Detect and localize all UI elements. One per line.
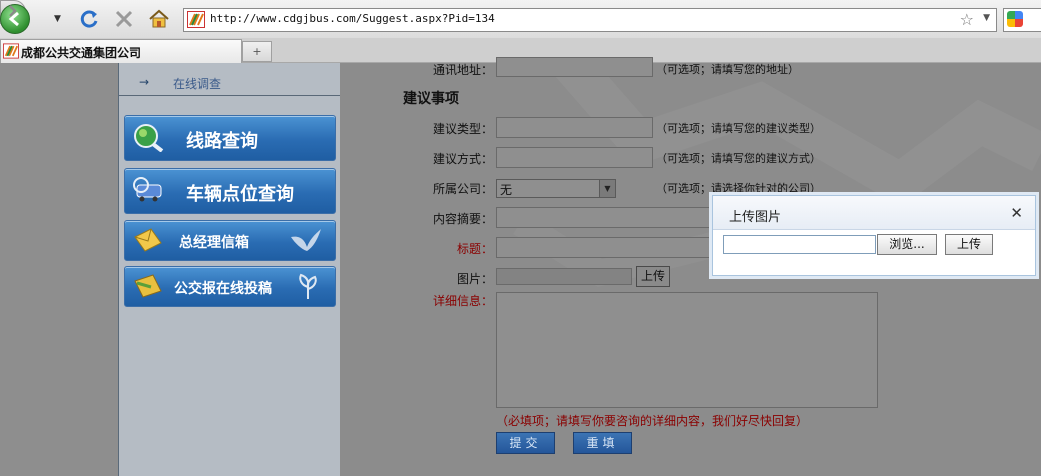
- history-dropdown-icon[interactable]: ▼: [54, 14, 61, 24]
- browse-button[interactable]: 浏览...: [877, 234, 937, 255]
- company-selected-value: 无: [500, 183, 513, 197]
- manager-mailbox-button[interactable]: 总经理信箱: [124, 220, 336, 261]
- dialog-title: 上传图片: [729, 210, 782, 225]
- suggestion-method-label: 建议方式：: [432, 152, 493, 166]
- address-hint: （可选项；请填写您的地址）: [656, 63, 799, 76]
- forward-button[interactable]: [0, 0, 26, 24]
- new-tab-button[interactable]: +: [242, 41, 272, 62]
- google-icon: [1007, 11, 1023, 27]
- detail-label: 详细信息：: [432, 294, 493, 308]
- reset-button[interactable]: 重填: [573, 432, 632, 454]
- home-icon[interactable]: [148, 8, 170, 30]
- upload-image-dialog: 上传图片 ✕ 浏览... 上传: [712, 195, 1036, 276]
- suggestion-type-label: 建议类型：: [432, 122, 493, 136]
- suggestion-type-hint: （可选项；请填写您的建议类型）: [656, 122, 821, 135]
- bus-magnifier-icon: [133, 177, 162, 202]
- route-query-button[interactable]: 线路查询: [124, 115, 336, 161]
- dialog-header: 上传图片 ✕: [713, 196, 1035, 230]
- stop-icon[interactable]: [113, 8, 135, 30]
- company-hint: （可选项；请选择你针对的公司）: [656, 182, 821, 195]
- leaf-sprout-icon: [299, 273, 317, 299]
- vehicle-location-label: 车辆点位查询: [186, 184, 294, 205]
- sidebar: → 在线调查 线路查询 车辆点位查询 总经理信箱 公交报在线投稿: [118, 63, 340, 476]
- subject-label: 标题：: [456, 242, 493, 256]
- mail-envelope-icon: [134, 228, 162, 252]
- suggestion-method-hint: （可选项；请填写您的建议方式）: [656, 152, 821, 165]
- address-input[interactable]: [496, 57, 653, 77]
- company-label: 所属公司：: [432, 182, 493, 196]
- bookmark-star-icon[interactable]: ☆: [960, 10, 974, 29]
- sidebar-item-online-survey[interactable]: → 在线调查: [119, 71, 340, 96]
- arrow-icon: →: [139, 75, 150, 89]
- tab-title: 成都公共交通集团公司: [21, 46, 142, 60]
- browser-toolbar: ▼ http://www.cdgjbus.com/Suggest.aspx?Pi…: [0, 0, 1041, 39]
- online-submission-label: 公交报在线投稿: [174, 281, 272, 297]
- dove-icon: [291, 229, 321, 251]
- close-icon[interactable]: ✕: [1010, 204, 1023, 222]
- image-upload-button[interactable]: 上传: [636, 266, 670, 287]
- site-favicon-icon: [187, 11, 205, 28]
- image-path-field: [496, 268, 632, 285]
- route-query-label: 线路查询: [186, 131, 258, 152]
- url-text: http://www.cdgjbus.com/Suggest.aspx?Pid=…: [210, 12, 495, 25]
- vehicle-location-button[interactable]: 车辆点位查询: [124, 168, 336, 214]
- detail-textarea[interactable]: [496, 292, 878, 408]
- select-arrow-icon: ▼: [599, 180, 615, 197]
- forward-arrow-icon: [9, 5, 17, 17]
- suggestion-method-input[interactable]: [496, 147, 653, 168]
- section-title: 建议事项: [403, 91, 459, 107]
- envelope-icon: [134, 274, 162, 298]
- reload-icon[interactable]: [78, 8, 100, 30]
- online-submission-button[interactable]: 公交报在线投稿: [124, 266, 336, 307]
- search-engine-box[interactable]: [1003, 8, 1041, 32]
- manager-mailbox-label: 总经理信箱: [179, 235, 249, 251]
- summary-label: 内容摘要：: [432, 212, 493, 226]
- file-path-input[interactable]: [723, 235, 876, 254]
- submit-button[interactable]: 提交: [496, 432, 555, 454]
- dialog-upload-button[interactable]: 上传: [945, 234, 993, 255]
- suggestion-type-input[interactable]: [496, 117, 653, 138]
- summary-input[interactable]: [496, 207, 718, 228]
- url-dropdown-icon[interactable]: ▼: [983, 13, 990, 23]
- subject-input[interactable]: [496, 237, 718, 258]
- company-select[interactable]: 无 ▼: [496, 179, 616, 198]
- tab-favicon-icon: [3, 43, 19, 59]
- active-tab[interactable]: 成都公共交通集团公司: [0, 39, 242, 63]
- survey-label: 在线调查: [173, 77, 222, 91]
- address-label: 通讯地址：: [432, 63, 493, 77]
- address-bar[interactable]: http://www.cdgjbus.com/Suggest.aspx?Pid=…: [183, 8, 997, 32]
- detail-required-hint: （必填项；请填写你要咨询的详细内容，我们好尽快回复）: [496, 414, 809, 428]
- image-label: 图片：: [456, 272, 493, 286]
- magnifier-globe-icon: [134, 124, 164, 152]
